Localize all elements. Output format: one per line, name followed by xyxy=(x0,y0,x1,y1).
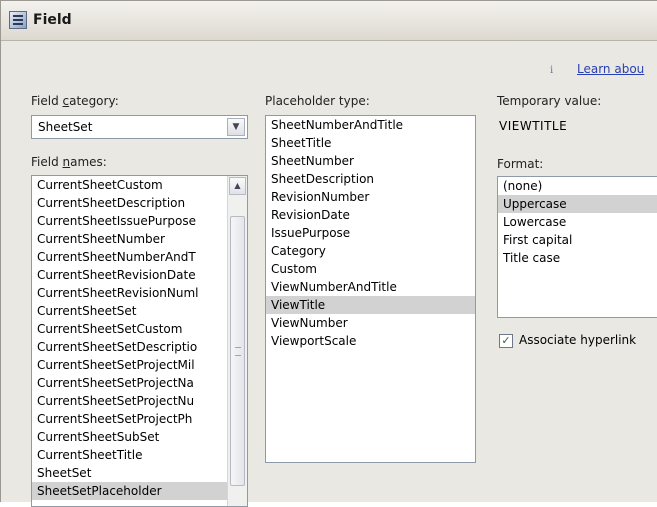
list-item[interactable]: SheetTitle xyxy=(266,134,475,152)
associate-hyperlink-label[interactable]: Associate hyperlink xyxy=(519,333,636,347)
list-item[interactable]: ViewNumber xyxy=(266,314,475,332)
list-item[interactable]: SheetNumber xyxy=(266,152,475,170)
list-item[interactable]: ViewNumberAndTitle xyxy=(266,278,475,296)
list-item[interactable]: CurrentSheetSetProjectNa xyxy=(32,374,227,392)
learn-about-link[interactable]: Learn abou xyxy=(577,62,644,76)
format-list[interactable]: (none) Uppercase Lowercase First capital Tit… xyxy=(497,176,657,318)
list-item[interactable]: Lowercase xyxy=(498,213,657,231)
list-item[interactable]: First capital xyxy=(498,231,657,249)
list-item[interactable]: Title case xyxy=(498,249,657,267)
list-item[interactable]: CurrentSheetTitle xyxy=(32,446,227,464)
list-item[interactable]: IssuePurpose xyxy=(266,224,475,242)
list-item[interactable]: CurrentSheetCustom xyxy=(32,176,227,194)
list-item[interactable]: CurrentSheetDescription xyxy=(32,194,227,212)
list-item[interactable]: CurrentSheetIssuePurpose xyxy=(32,212,227,230)
associate-hyperlink-checkbox[interactable]: ✓ xyxy=(499,334,513,348)
list-item[interactable]: CurrentSheetSetCustom xyxy=(32,320,227,338)
field-category-label: Field category: xyxy=(31,94,119,108)
list-item[interactable]: SheetSetPlaceholder xyxy=(32,482,227,500)
scroll-thumb[interactable] xyxy=(230,216,245,486)
chevron-down-icon[interactable]: ▼ xyxy=(227,118,245,136)
list-item[interactable]: RevisionNumber xyxy=(266,188,475,206)
grip-icon xyxy=(235,347,241,356)
list-item[interactable]: RevisionDate xyxy=(266,206,475,224)
list-item[interactable]: CurrentSheetSetProjectMil xyxy=(32,356,227,374)
list-item[interactable]: CurrentSheetRevisionDate xyxy=(32,266,227,284)
list-item[interactable]: (none) xyxy=(498,177,657,195)
list-item[interactable]: CurrentSheetRevisionNuml xyxy=(32,284,227,302)
field-category-value: SheetSet xyxy=(38,120,93,134)
placeholder-type-list[interactable]: SheetNumberAndTitle SheetTitle SheetNumber… xyxy=(265,115,476,463)
field-names-label: Field names: xyxy=(31,155,107,169)
list-item[interactable]: SheetNumberAndTitle xyxy=(266,116,475,134)
list-item[interactable]: SheetSet xyxy=(32,464,227,482)
field-names-list[interactable]: CurrentSheetCustom CurrentSheetDescriptio… xyxy=(31,175,248,507)
list-item[interactable]: CurrentSheetSubSet xyxy=(32,428,227,446)
format-label: Format: xyxy=(497,157,544,171)
list-item[interactable]: Category xyxy=(266,242,475,260)
list-item[interactable]: CurrentSheetSet xyxy=(32,302,227,320)
list-item[interactable]: ViewTitle xyxy=(266,296,475,314)
list-item[interactable]: CurrentSheetSetProjectPh xyxy=(32,410,227,428)
list-item[interactable]: SheetDescription xyxy=(266,170,475,188)
temporary-value-label: Temporary value: xyxy=(497,94,602,108)
list-item[interactable]: ViewportScale xyxy=(266,332,475,350)
scroll-up-arrow-icon[interactable]: ▲ xyxy=(229,177,246,195)
info-icon: i xyxy=(550,65,554,76)
title-bar: Field xyxy=(1,1,657,41)
list-item[interactable]: CurrentSheetNumberAndT xyxy=(32,248,227,266)
list-item[interactable]: CurrentSheetSetDescriptio xyxy=(32,338,227,356)
field-dialog: Field i Learn abou Field category: Sheet… xyxy=(0,0,657,507)
field-names-scrollbar[interactable]: ▲ xyxy=(227,176,247,506)
list-item[interactable]: Uppercase xyxy=(498,195,657,213)
list-item[interactable]: CurrentSheetNumber xyxy=(32,230,227,248)
temporary-value: VIEWTITLE xyxy=(499,119,568,133)
window-title: Field xyxy=(33,12,72,28)
list-item[interactable]: CurrentSheetSetProjectNu xyxy=(32,392,227,410)
field-category-select[interactable]: SheetSet ▼ xyxy=(31,115,248,139)
field-app-icon xyxy=(9,11,27,29)
placeholder-type-label: Placeholder type: xyxy=(265,94,370,108)
list-item[interactable]: Custom xyxy=(266,260,475,278)
